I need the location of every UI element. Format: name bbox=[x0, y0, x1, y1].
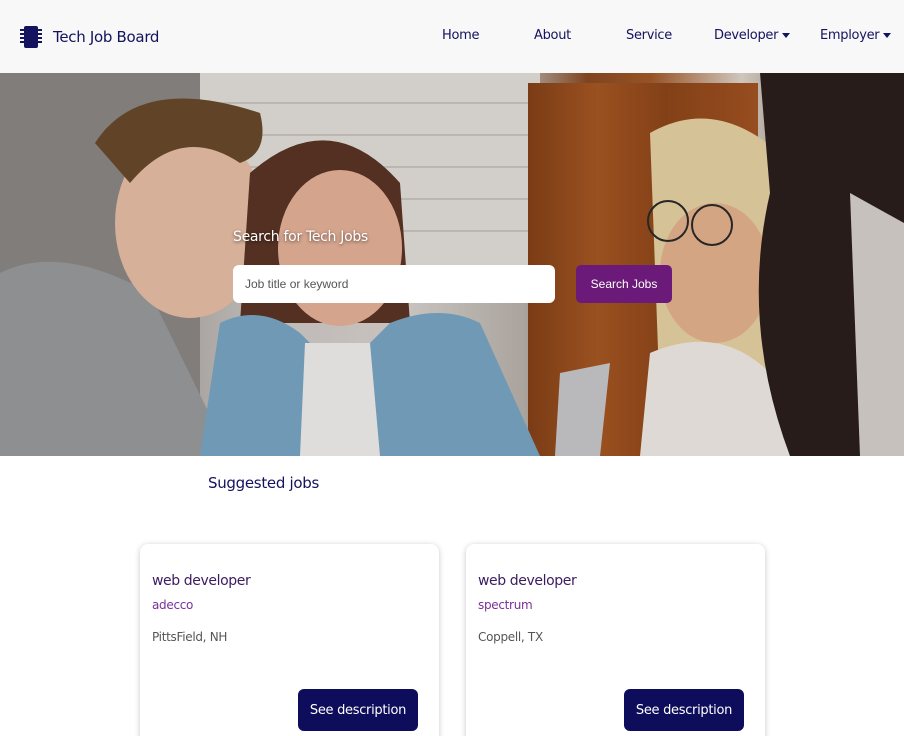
job-card: web developer spectrum Coppell, TX See d… bbox=[466, 544, 765, 736]
brand-logo[interactable]: Tech Job Board bbox=[19, 23, 159, 51]
chip-icon bbox=[20, 26, 42, 48]
nav-home[interactable]: Home bbox=[442, 28, 480, 43]
job-location: Coppell, TX bbox=[478, 630, 543, 644]
nav-service[interactable]: Service bbox=[626, 28, 672, 43]
caret-down-icon bbox=[782, 33, 791, 38]
caret-down-icon bbox=[883, 33, 892, 38]
nav-developer-dropdown[interactable]: Developer bbox=[714, 28, 791, 43]
job-card: web developer adecco PittsField, NH See … bbox=[140, 544, 439, 736]
job-search-input[interactable] bbox=[233, 265, 555, 303]
job-title: web developer bbox=[152, 573, 251, 589]
see-description-button[interactable]: See description bbox=[624, 689, 744, 731]
navbar: Tech Job Board Home About Service Develo… bbox=[0, 0, 904, 73]
hero-banner: Search for Tech Jobs Search Jobs bbox=[0, 73, 904, 456]
brand-name: Tech Job Board bbox=[53, 28, 160, 46]
nav-about[interactable]: About bbox=[534, 28, 571, 43]
hero-title: Search for Tech Jobs bbox=[233, 229, 368, 245]
job-location: PittsField, NH bbox=[152, 630, 228, 644]
nav-employer-dropdown[interactable]: Employer bbox=[820, 28, 892, 43]
job-company: adecco bbox=[152, 598, 194, 612]
see-description-button[interactable]: See description bbox=[298, 689, 418, 731]
suggested-jobs-heading: Suggested jobs bbox=[208, 474, 319, 492]
search-jobs-button[interactable]: Search Jobs bbox=[576, 265, 672, 303]
job-company: spectrum bbox=[478, 598, 533, 612]
job-title: web developer bbox=[478, 573, 577, 589]
nav-developer-label: Developer bbox=[714, 28, 779, 43]
nav-employer-label: Employer bbox=[820, 28, 880, 43]
